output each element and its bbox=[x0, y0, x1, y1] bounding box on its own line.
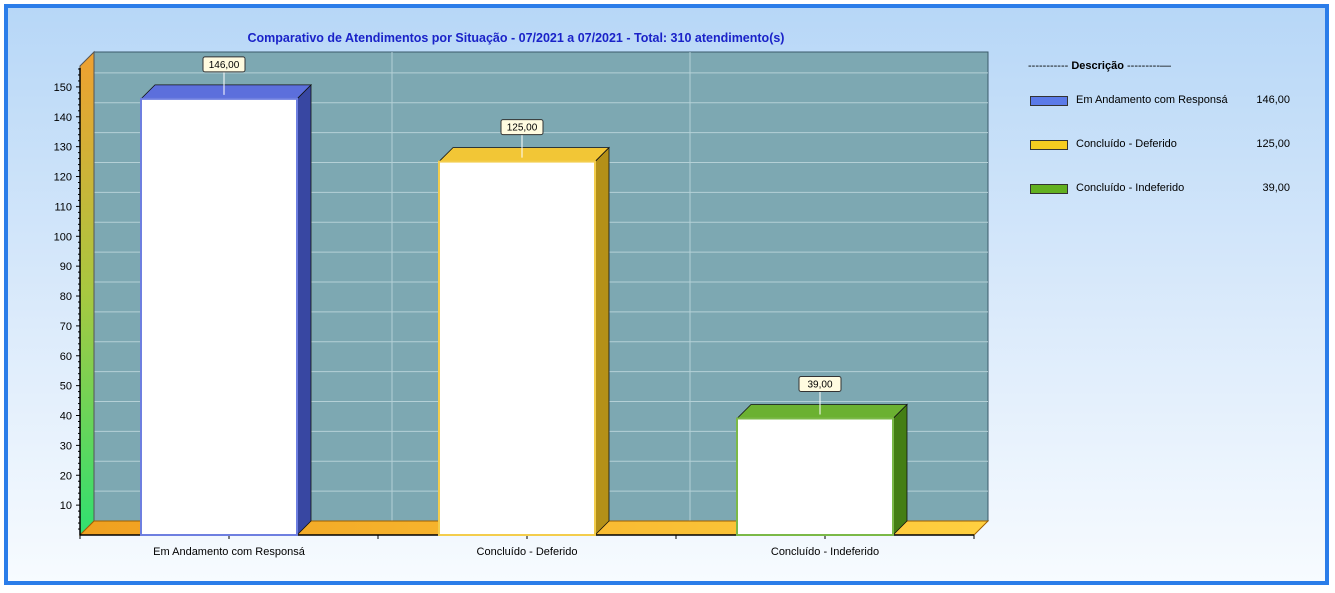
chart-title: Comparativo de Atendimentos por Situação… bbox=[248, 31, 785, 45]
bar bbox=[140, 97, 298, 537]
y-tick-label: 60 bbox=[60, 351, 72, 363]
legend-value: 39,00 bbox=[1262, 182, 1290, 194]
x-tick-label: Concluído - Deferido bbox=[477, 546, 578, 558]
x-tick-label: Em Andamento com Responsá bbox=[153, 546, 306, 558]
y-tick-label: 100 bbox=[54, 231, 72, 243]
data-label: 39,00 bbox=[807, 379, 832, 390]
bar-top bbox=[438, 147, 610, 162]
y-tick-label: 80 bbox=[60, 291, 72, 303]
legend-header-title: Descrição bbox=[1071, 60, 1124, 72]
legend-swatch-yellow bbox=[1030, 140, 1068, 150]
legend-swatch-blue bbox=[1030, 96, 1068, 106]
plot-area: 10 20 30 40 50 60 70 80 90 100 110 120 130 140 150 146,… bbox=[54, 50, 990, 558]
legend-swatch-green bbox=[1030, 184, 1068, 194]
bar bbox=[736, 417, 894, 537]
data-label: 146,00 bbox=[209, 60, 240, 71]
bar-top bbox=[140, 84, 312, 100]
bar-side bbox=[594, 146, 610, 536]
y-tick-label: 20 bbox=[60, 470, 72, 482]
y-tick-label: 110 bbox=[54, 201, 72, 213]
legend-value: 125,00 bbox=[1256, 138, 1290, 150]
chart-frame: Comparativo de Atendimentos por Situação… bbox=[4, 4, 1329, 585]
legend-header-suffix: ---------— bbox=[1123, 60, 1171, 72]
legend-label: Concluído - Indeferido bbox=[1076, 182, 1185, 194]
legend-header-prefix: ----------- bbox=[1028, 60, 1072, 72]
y-tick-label: 50 bbox=[60, 381, 72, 393]
bar-side bbox=[296, 83, 312, 536]
legend-value: 146,00 bbox=[1256, 94, 1290, 106]
bar bbox=[438, 160, 596, 537]
y-tick-label: 30 bbox=[60, 440, 72, 452]
y-tick-label: 90 bbox=[60, 261, 72, 273]
data-label: 125,00 bbox=[507, 123, 538, 134]
y-tick-label: 120 bbox=[54, 172, 72, 184]
y-tick-label: 140 bbox=[54, 112, 72, 124]
y-tick-label: 10 bbox=[60, 500, 72, 512]
bar-side bbox=[892, 403, 908, 536]
legend-label: Concluído - Deferido bbox=[1076, 138, 1177, 150]
y-tick-label: 70 bbox=[60, 321, 72, 333]
legend-header: ----------- Descrição ---------— bbox=[1028, 60, 1171, 72]
x-tick-label: Concluído - Indeferido bbox=[771, 546, 879, 558]
plot-left-wall bbox=[79, 50, 95, 537]
y-tick-label: 130 bbox=[54, 142, 72, 154]
y-tick-label: 40 bbox=[60, 411, 72, 423]
y-tick-label: 150 bbox=[54, 82, 72, 94]
bar-top bbox=[736, 404, 908, 419]
